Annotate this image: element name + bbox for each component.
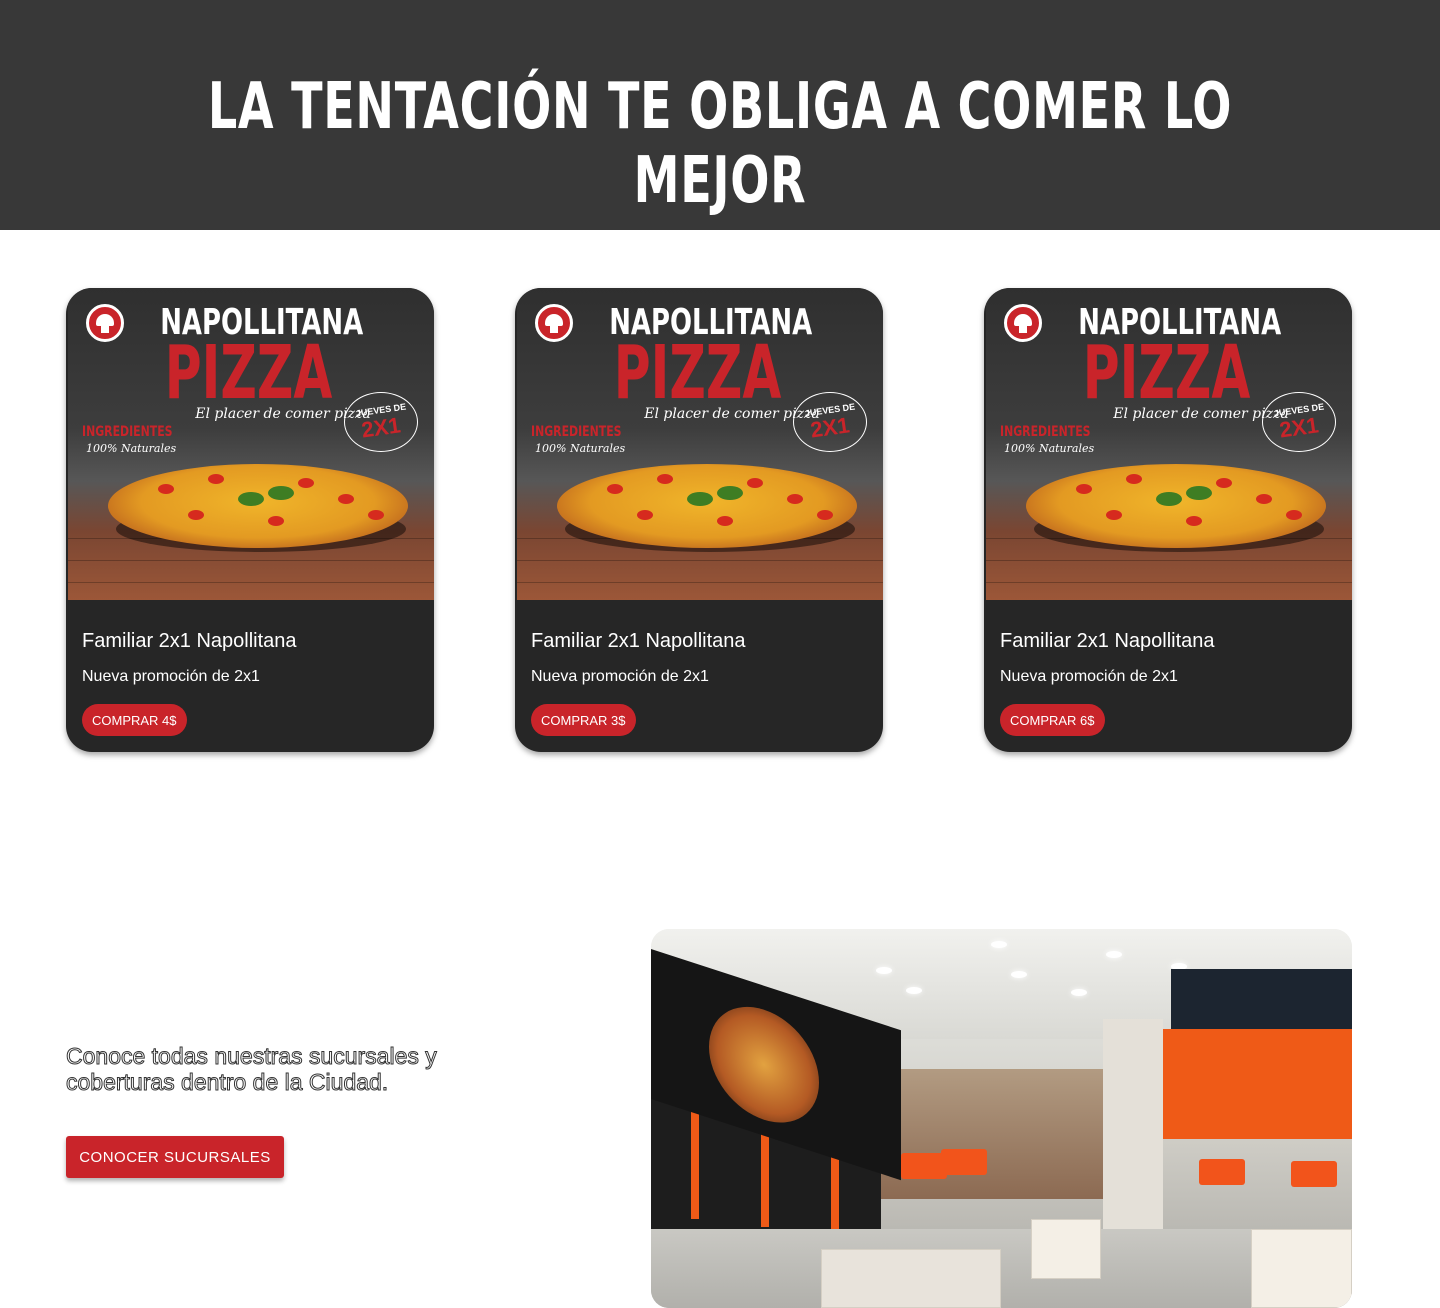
pizza-promo-image: NAPOLLITANA PIZZA El placer de comer piz… bbox=[68, 288, 434, 600]
poster-pizza: PIZZA bbox=[1082, 330, 1251, 416]
buy-button[interactable]: COMPRAR 4$ bbox=[82, 704, 187, 736]
promo-bubble: JUEVES DE 2X1 bbox=[793, 392, 867, 452]
buy-button[interactable]: COMPRAR 3$ bbox=[531, 704, 636, 736]
pizza-promo-image: NAPOLLITANA PIZZA El placer de comer piz… bbox=[986, 288, 1352, 600]
mushroom-logo-icon bbox=[1004, 304, 1042, 342]
branches-text: Conoce todas nuestras sucursales y cober… bbox=[66, 1043, 438, 1096]
product-card: NAPOLLITANA PIZZA El placer de comer piz… bbox=[515, 288, 883, 752]
card-title: Familiar 2x1 Napollitana bbox=[82, 630, 297, 652]
hero-title: La tentación te obliga a comer lo mejor bbox=[207, 70, 1233, 218]
poster-ingredients: INGREDIENTES bbox=[1000, 424, 1091, 440]
poster-pizza: PIZZA bbox=[164, 330, 333, 416]
mushroom-logo-icon bbox=[535, 304, 573, 342]
pizza-illustration bbox=[557, 464, 857, 548]
card-description: Nueva promoción de 2x1 bbox=[1000, 668, 1178, 685]
poster-ingredients: INGREDIENTES bbox=[82, 424, 173, 440]
poster-natural: 100% Naturales bbox=[1004, 442, 1095, 455]
card-description: Nueva promoción de 2x1 bbox=[531, 668, 709, 685]
card-title: Familiar 2x1 Napollitana bbox=[1000, 630, 1215, 652]
mushroom-logo-icon bbox=[86, 304, 124, 342]
restaurant-photo bbox=[651, 929, 1352, 1308]
poster-ingredients: INGREDIENTES bbox=[531, 424, 622, 440]
promo-bubble: JUEVES DE 2X1 bbox=[1262, 392, 1336, 452]
promo-bubble: JUEVES DE 2X1 bbox=[344, 392, 418, 452]
hero-banner: La tentación te obliga a comer lo mejor bbox=[0, 0, 1440, 230]
poster-pizza: PIZZA bbox=[613, 330, 782, 416]
card-title: Familiar 2x1 Napollitana bbox=[531, 630, 746, 652]
pizza-promo-image: NAPOLLITANA PIZZA El placer de comer piz… bbox=[517, 288, 883, 600]
card-description: Nueva promoción de 2x1 bbox=[82, 668, 260, 685]
buy-button[interactable]: COMPRAR 6$ bbox=[1000, 704, 1105, 736]
poster-natural: 100% Naturales bbox=[86, 442, 177, 455]
product-card: NAPOLLITANA PIZZA El placer de comer piz… bbox=[984, 288, 1352, 752]
pizza-illustration bbox=[108, 464, 408, 548]
poster-natural: 100% Naturales bbox=[535, 442, 626, 455]
pizza-illustration bbox=[1026, 464, 1326, 548]
product-card: NAPOLLITANA PIZZA El placer de comer piz… bbox=[66, 288, 434, 752]
branches-button[interactable]: CONOCER SUCURSALES bbox=[66, 1136, 284, 1178]
